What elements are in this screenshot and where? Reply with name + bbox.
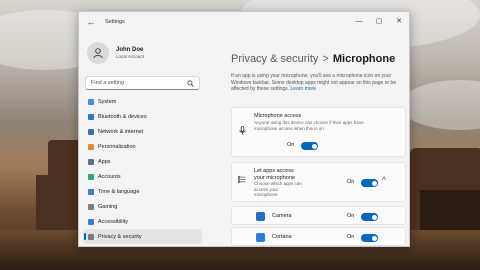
search-icon (187, 79, 194, 87)
nav-item-icon (88, 128, 94, 135)
apps-access-state: On (347, 179, 355, 185)
nav-item-icon (88, 233, 94, 240)
app-row: Camera On (231, 206, 406, 225)
microphone-access-state: On (287, 142, 295, 148)
page-description: If an app is using your microphone, you'… (231, 73, 405, 93)
microphone-access-card: Microphone access Anyone using this devi… (231, 107, 406, 157)
nav-item-icon (88, 143, 94, 150)
app-access-toggle[interactable] (361, 234, 378, 242)
sidebar-item-apps[interactable]: Apps (83, 154, 202, 169)
app-name: Camera (272, 213, 292, 219)
sidebar-item-label: Privacy & security (98, 233, 142, 240)
microphone-icon (239, 126, 246, 135)
app-icon (256, 233, 265, 242)
sidebar-item-label: Accessibility (98, 218, 128, 225)
apps-access-subtitle: Choose which apps can access your microp… (254, 181, 302, 197)
close-button[interactable]: ✕ (389, 12, 409, 30)
back-arrow-icon: ← (86, 17, 96, 27)
apps-access-title: Let apps access your microphone (254, 168, 295, 181)
learn-more-link[interactable]: Learn more (290, 86, 316, 92)
sidebar-item-label: Apps (98, 158, 111, 165)
microphone-access-title: Microphone access (254, 113, 302, 119)
sidebar-item-time-language[interactable]: Time & language (83, 184, 202, 199)
minimize-button[interactable]: — (349, 12, 369, 30)
nav-list: System Bluetooth & devices Network & inter… (83, 94, 202, 246)
maximize-icon: ▢ (375, 18, 383, 25)
sidebar-item-label: Time & language (98, 188, 140, 195)
search-input[interactable]: Find a setting (85, 76, 200, 90)
app-row: Cortana On (231, 227, 406, 246)
nav-item-icon (88, 173, 94, 180)
user-icon (93, 48, 103, 59)
sidebar-item-label: Network & internet (98, 128, 144, 135)
maximize-button[interactable]: ▢ (369, 12, 389, 30)
apps-access-card: Let apps access your microphone Choose w… (231, 162, 406, 202)
sidebar: John Doe Local Account Find a setting Sy… (79, 32, 204, 246)
breadcrumb: Privacy & security > Microphone (231, 53, 395, 65)
sidebar-item-network-internet[interactable]: Network & internet (83, 124, 202, 139)
app-access-state: On (347, 213, 355, 219)
sidebar-item-accessibility[interactable]: Accessibility (83, 214, 202, 229)
app-access-state: On (347, 234, 355, 240)
sidebar-item-privacy-security[interactable]: Privacy & security (83, 229, 202, 244)
window-title: Settings (105, 19, 125, 25)
microphone-access-toggle[interactable] (301, 142, 318, 150)
account-type: Local Account (116, 54, 145, 59)
sidebar-item-personalization[interactable]: Personalization (83, 139, 202, 154)
nav-item-icon (88, 113, 94, 120)
sidebar-item-gaming[interactable]: Gaming (83, 199, 202, 214)
main-content: Privacy & security > Microphone If an app … (214, 32, 409, 246)
nav-item-icon (88, 158, 94, 165)
sidebar-item-label: Bluetooth & devices (98, 113, 147, 120)
nav-item-icon (88, 218, 94, 225)
sidebar-item-accounts[interactable]: Accounts (83, 169, 202, 184)
avatar (87, 42, 109, 64)
user-profile[interactable]: John Doe Local Account (87, 42, 144, 64)
sidebar-item-label: Gaming (98, 203, 118, 210)
user-name: John Doe (116, 47, 144, 53)
search-placeholder: Find a setting (91, 80, 125, 86)
sidebar-item-bluetooth-devices[interactable]: Bluetooth & devices (83, 109, 202, 124)
sidebar-item-windows-update[interactable]: Windows Update (83, 244, 202, 246)
chevron-up-icon[interactable]: ˄ (382, 176, 386, 183)
back-button[interactable]: ← (83, 14, 99, 30)
sidebar-item-label: System (98, 98, 117, 105)
app-icon (256, 212, 265, 221)
sidebar-item-label: Personalization (98, 143, 136, 150)
minimize-icon: — (355, 17, 363, 25)
sidebar-item-system[interactable]: System (83, 94, 202, 109)
nav-item-icon (88, 203, 94, 210)
list-icon (238, 176, 246, 183)
title-bar: ← Settings — ▢ ✕ (79, 12, 409, 32)
settings-window: ← Settings — ▢ ✕ John Doe Local Account … (78, 11, 410, 247)
sidebar-item-label: Accounts (98, 173, 121, 180)
nav-item-icon (88, 98, 94, 105)
page-title: Microphone (332, 53, 396, 65)
breadcrumb-separator: > (322, 53, 329, 65)
close-icon: ✕ (396, 18, 402, 25)
apps-access-toggle[interactable] (361, 179, 378, 187)
microphone-access-subtitle: Anyone using this device can choose if t… (254, 120, 364, 131)
app-name: Cortana (272, 234, 292, 240)
app-access-toggle[interactable] (361, 213, 378, 221)
breadcrumb-parent[interactable]: Privacy & security (231, 53, 318, 65)
window-controls: — ▢ ✕ (349, 12, 409, 30)
nav-item-icon (88, 188, 94, 195)
